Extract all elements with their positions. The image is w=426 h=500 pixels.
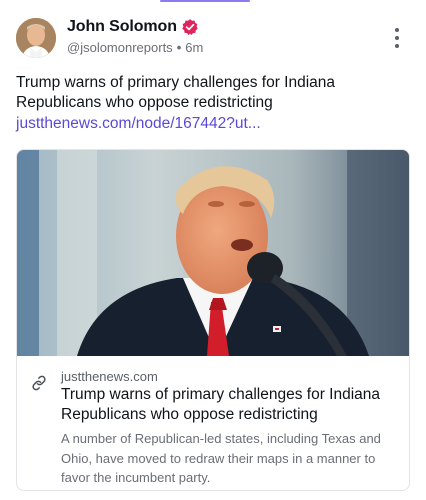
more-dot	[395, 28, 399, 32]
link-preview-domain: justthenews.com	[61, 369, 158, 384]
link-chain-icon	[30, 374, 48, 392]
post-text: Trump warns of primary challenges for In…	[16, 74, 336, 111]
more-dot	[395, 44, 399, 48]
author-handle[interactable]: @jsolomonreports	[67, 40, 173, 55]
link-preview-description: A number of Republican-led states, inclu…	[61, 431, 381, 485]
top-accent-bar	[160, 0, 250, 2]
avatar[interactable]	[16, 18, 56, 58]
post-timestamp: 6m	[185, 40, 204, 55]
post-link[interactable]: justthenews.com/node/167442?ut...	[16, 114, 261, 134]
more-dot	[395, 36, 399, 40]
name-row: John Solomon	[67, 18, 199, 36]
post-header: John Solomon @jsolomonreports • 6m	[16, 14, 410, 62]
link-preview-image	[17, 150, 409, 356]
verified-badge-icon	[181, 18, 199, 36]
separator-dot: •	[176, 40, 182, 55]
author-name[interactable]: John Solomon	[67, 18, 177, 36]
author-meta: @jsolomonreports • 6m	[67, 40, 203, 55]
link-preview-title: Trump warns of primary challenges for In…	[61, 386, 381, 423]
link-preview-card[interactable]: justthenews.com Trump warns of primary c…	[16, 149, 410, 491]
more-vertical-icon[interactable]	[388, 28, 406, 48]
